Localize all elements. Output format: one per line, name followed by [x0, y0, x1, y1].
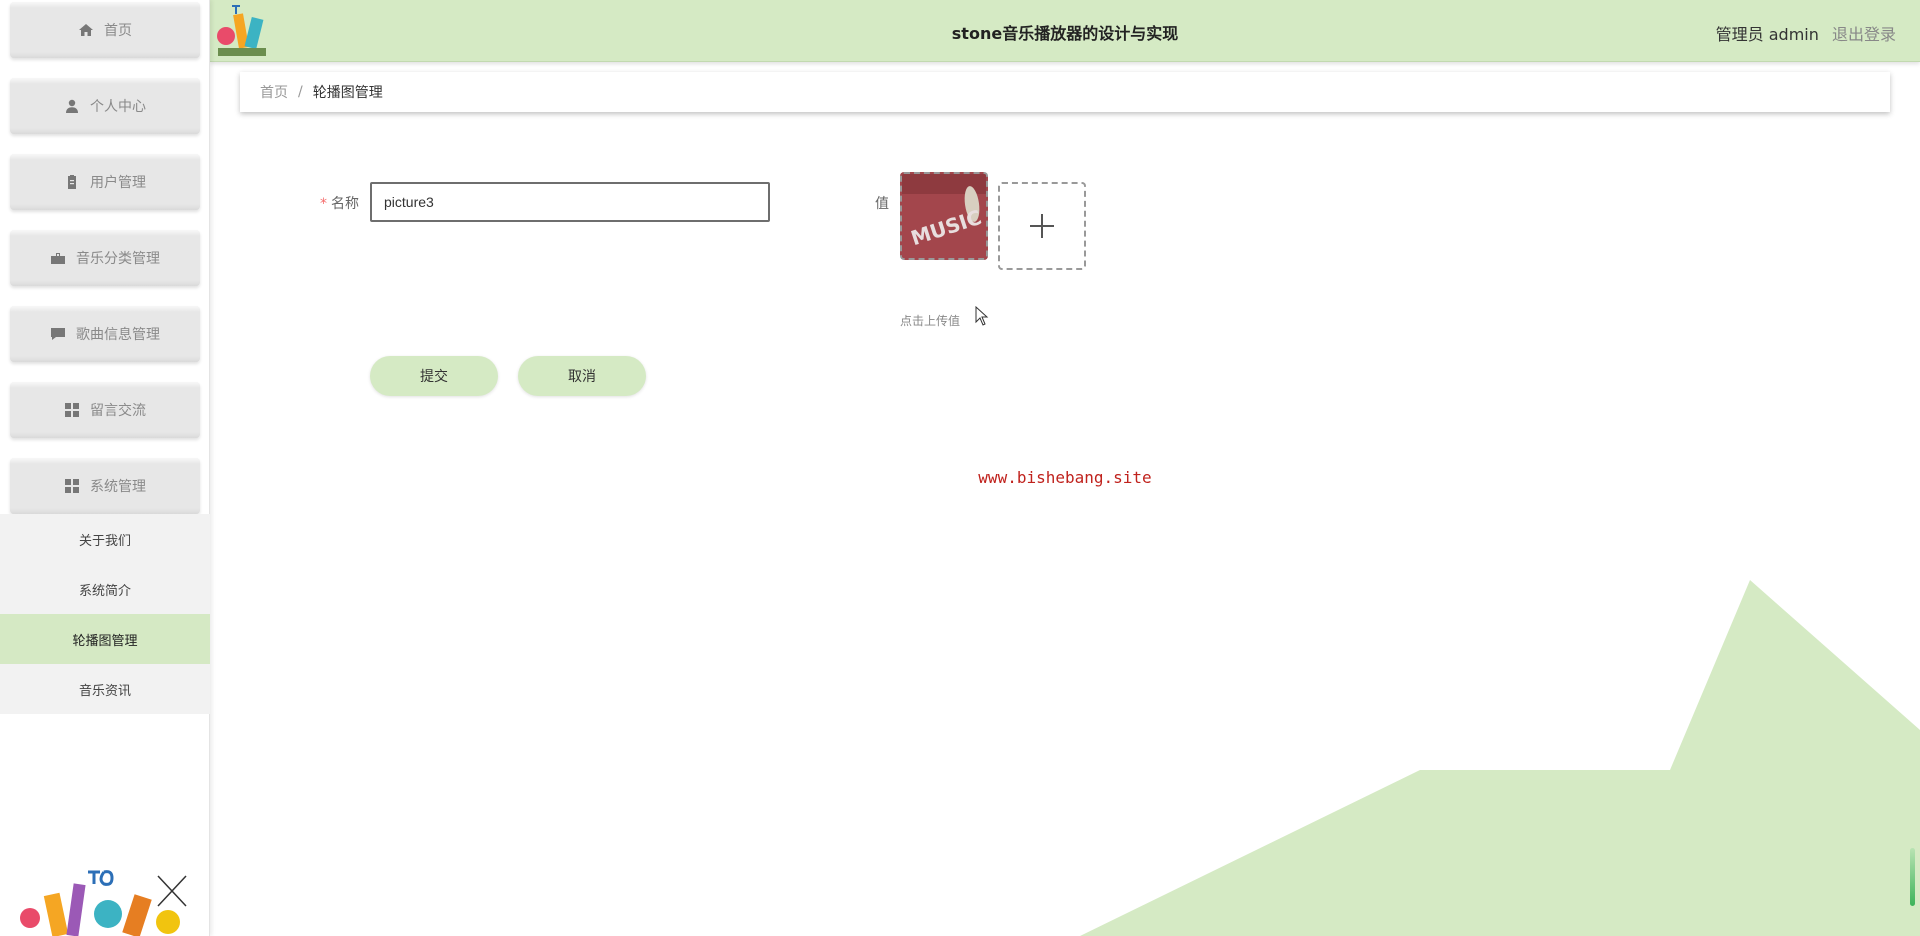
clipboard-icon: [64, 174, 80, 190]
name-field-label: * 名称: [320, 193, 359, 213]
header-user-area: 管理员 admin 退出登录: [1716, 21, 1896, 45]
top-header: stone音乐播放器的设计与实现 管理员 admin 退出登录: [210, 0, 1920, 62]
sidebar-item-user-management[interactable]: 用户管理: [10, 154, 200, 210]
briefcase-icon: [50, 250, 66, 266]
plus-icon: [1030, 214, 1054, 238]
cancel-button[interactable]: 取消: [518, 356, 646, 396]
logout-link[interactable]: 退出登录: [1832, 25, 1896, 44]
watermark-text: www.bishebang.site: [978, 468, 1152, 487]
scroll-indicator[interactable]: [1910, 848, 1915, 906]
mouse-cursor-icon: [975, 306, 989, 326]
sidebar-item-label: 留言交流: [90, 403, 146, 419]
sidebar-item-system-management[interactable]: 系统管理: [10, 458, 200, 514]
grid-icon: [64, 402, 80, 418]
chat-icon: [50, 326, 66, 342]
sidebar-item-label: 音乐分类管理: [76, 251, 160, 267]
sidebar-item-label: 用户管理: [90, 175, 146, 191]
sidebar-logo-illustration: [18, 870, 198, 936]
sidebar-item-music-category[interactable]: 音乐分类管理: [10, 230, 200, 286]
sidebar-item-home[interactable]: 首页: [10, 2, 200, 58]
sidebar-item-label: 首页: [104, 23, 132, 39]
image-upload-button[interactable]: [998, 182, 1086, 270]
sidebar-item-label: 个人中心: [90, 99, 146, 115]
uploaded-image-thumbnail[interactable]: MUSIC: [900, 172, 988, 260]
name-input[interactable]: [370, 182, 770, 222]
sidebar-item-label: 系统管理: [90, 479, 146, 495]
breadcrumb-current: 轮播图管理: [312, 85, 383, 101]
system-submenu: 关于我们 系统简介 轮播图管理 音乐资讯: [0, 514, 210, 714]
user-icon: [64, 98, 80, 114]
submenu-item-music-news[interactable]: 音乐资讯: [0, 664, 210, 714]
home-icon: [78, 22, 94, 38]
app-title: stone音乐播放器的设计与实现: [951, 24, 1179, 43]
submenu-item-about-us[interactable]: 关于我们: [0, 514, 210, 564]
current-user-label: 管理员 admin: [1715, 25, 1819, 44]
breadcrumb-home-link[interactable]: 首页: [260, 82, 288, 102]
grid-icon: [64, 478, 80, 494]
submenu-item-carousel-management[interactable]: 轮播图管理: [0, 614, 210, 664]
sidebar-item-messages[interactable]: 留言交流: [10, 382, 200, 438]
value-field-label: 值: [875, 196, 889, 212]
name-label-text: 名称: [331, 196, 359, 212]
breadcrumb-separator: /: [298, 84, 303, 100]
breadcrumb: 首页 / 轮播图管理: [240, 72, 1890, 112]
required-mark: *: [320, 196, 327, 212]
sidebar-item-song-info[interactable]: 歌曲信息管理: [10, 306, 200, 362]
background-decoration: [1080, 580, 1920, 936]
submit-button[interactable]: 提交: [370, 356, 498, 396]
music-image-preview: MUSIC: [902, 174, 986, 258]
sidebar-item-label: 歌曲信息管理: [76, 327, 160, 343]
submenu-item-system-intro[interactable]: 系统简介: [0, 564, 210, 614]
upload-hint-text: 点击上传值: [900, 314, 961, 328]
sidebar: 首页 个人中心 用户管理 音乐分类管理 歌曲信息管理 留言交流 系统管理 关于我…: [0, 0, 210, 936]
sidebar-item-personal-center[interactable]: 个人中心: [10, 78, 200, 134]
